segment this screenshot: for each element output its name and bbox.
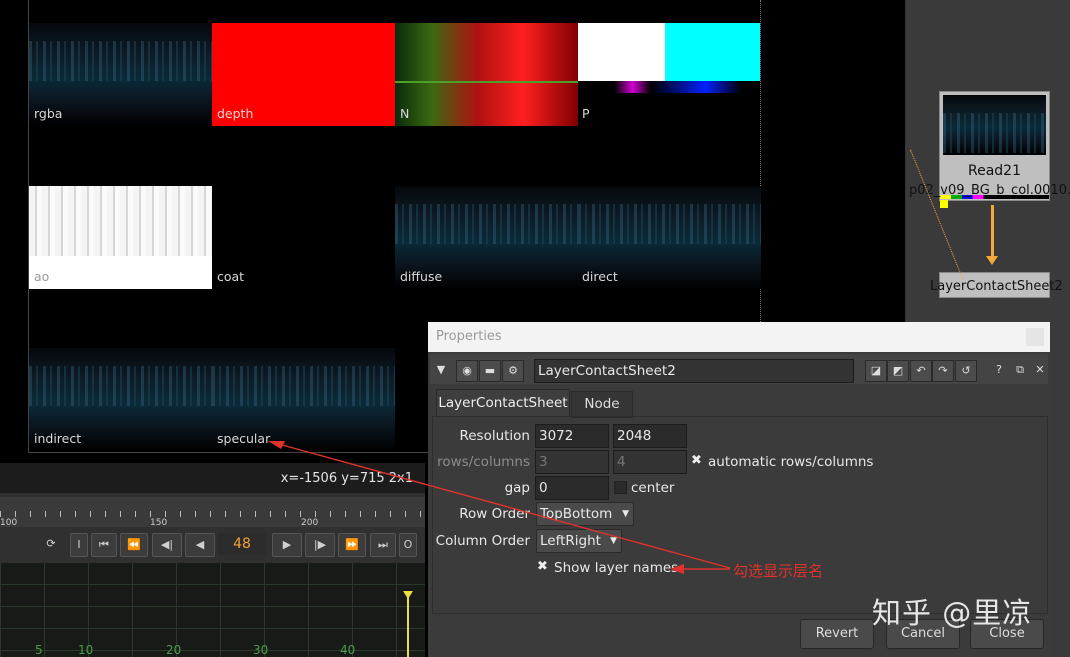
annotation-arrowhead	[670, 564, 684, 574]
annotation-arrows	[268, 441, 731, 574]
watermark: 知乎 @里凉	[872, 596, 1033, 630]
annotation-arrow-to-specular	[274, 442, 731, 569]
annotation-arrowhead	[268, 441, 285, 449]
annotation-text: 勾选显示层名	[733, 562, 824, 580]
